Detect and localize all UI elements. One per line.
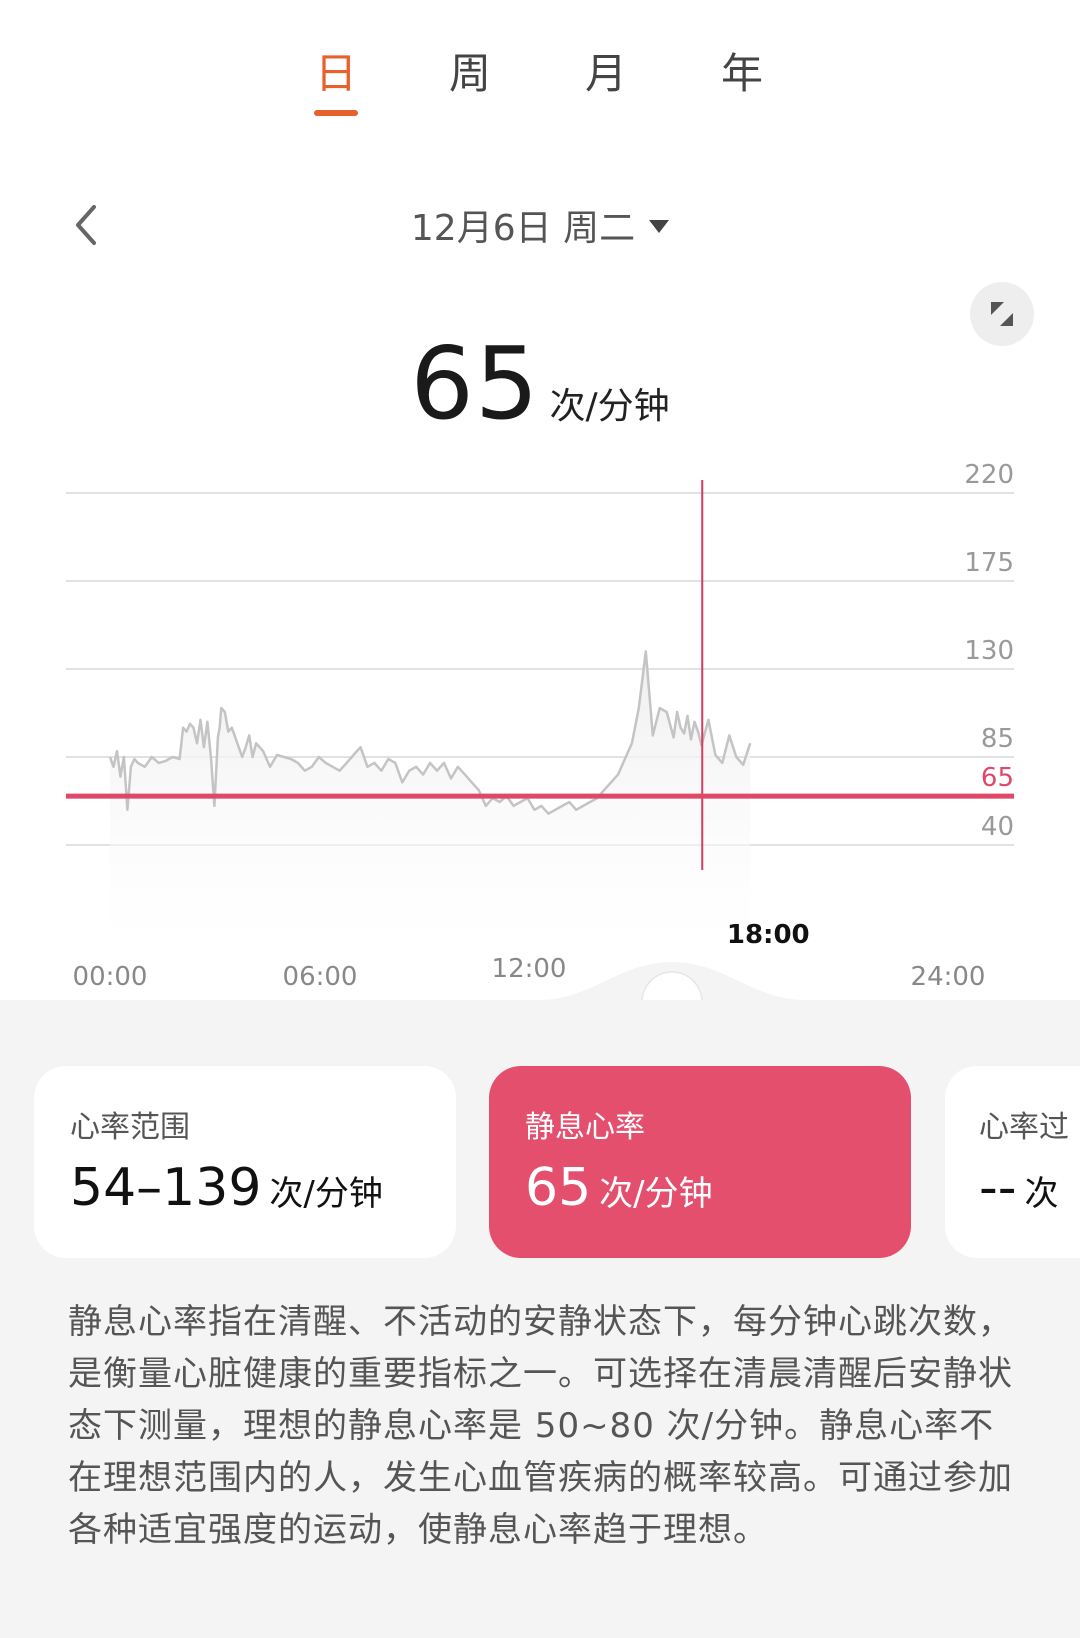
- card-value: --: [979, 1158, 1017, 1218]
- card-label: 心率范围: [70, 1110, 190, 1145]
- period-tabs: 日 周 月 年: [0, 0, 1080, 130]
- date-navigation: 12月6日 周二: [0, 195, 1080, 255]
- current-heart-rate: 65 次/分钟: [0, 325, 1080, 442]
- current-value: 65: [410, 325, 540, 442]
- x-tick-label: 00:00: [73, 962, 148, 992]
- y-tick-label: 40: [981, 812, 1014, 842]
- tab-year[interactable]: 年: [702, 40, 782, 101]
- series-area: [110, 651, 751, 950]
- x-tick-label: 12:00: [492, 954, 567, 984]
- reference-line-label: 65: [981, 763, 1014, 793]
- dropdown-caret-icon: [649, 219, 670, 233]
- card-label: 静息心率: [525, 1110, 645, 1145]
- heart-rate-range-card[interactable]: 心率范围 54–139 次/分钟: [34, 1066, 456, 1258]
- card-unit: 次: [1024, 1174, 1059, 1214]
- heart-rate-chart-svg: 220 175 130 85 40 65 00:00 06:00 12:00 24:00 18:00: [0, 460, 1080, 1033]
- selected-time-label: 18:00: [727, 920, 810, 950]
- current-unit: 次/分钟: [549, 386, 670, 427]
- y-tick-label: 220: [964, 460, 1014, 490]
- date-label: 12月6日 周二: [410, 208, 636, 249]
- y-tick-label: 85: [981, 724, 1014, 754]
- y-tick-label: 175: [964, 548, 1014, 578]
- card-label: 心率过: [979, 1110, 1069, 1145]
- x-tick-label: 06:00: [283, 962, 358, 992]
- tab-month[interactable]: 月: [566, 40, 646, 101]
- tab-day[interactable]: 日: [296, 40, 376, 101]
- resting-heart-rate-card[interactable]: 静息心率 65 次/分钟: [489, 1066, 911, 1258]
- card-unit: 次/分钟: [599, 1174, 713, 1214]
- resting-heart-rate-description: 静息心率指在清醒、不活动的安静状态下，每分钟心跳次数，是衡量心脏健康的重要指标之…: [68, 1302, 1013, 1550]
- card-unit: 次/分钟: [269, 1174, 383, 1214]
- date-picker[interactable]: 12月6日 周二: [0, 199, 1080, 251]
- card-value: 65: [525, 1158, 592, 1218]
- card-value: 54–139: [70, 1158, 262, 1218]
- x-tick-label: 24:00: [911, 962, 986, 992]
- y-tick-label: 130: [964, 636, 1014, 666]
- details-panel: 心率范围 54–139 次/分钟 静息心率 65 次/分钟 心率过 -- 次 静息心率…: [0, 1000, 1080, 1638]
- tab-week[interactable]: 周: [430, 40, 510, 101]
- heart-rate-alert-card[interactable]: 心率过 -- 次: [945, 1066, 1080, 1258]
- tab-active-indicator: [314, 110, 358, 116]
- heart-rate-chart[interactable]: 220 175 130 85 40 65 00:00 06:00 12:00 24:00 18:00: [0, 450, 1080, 1033]
